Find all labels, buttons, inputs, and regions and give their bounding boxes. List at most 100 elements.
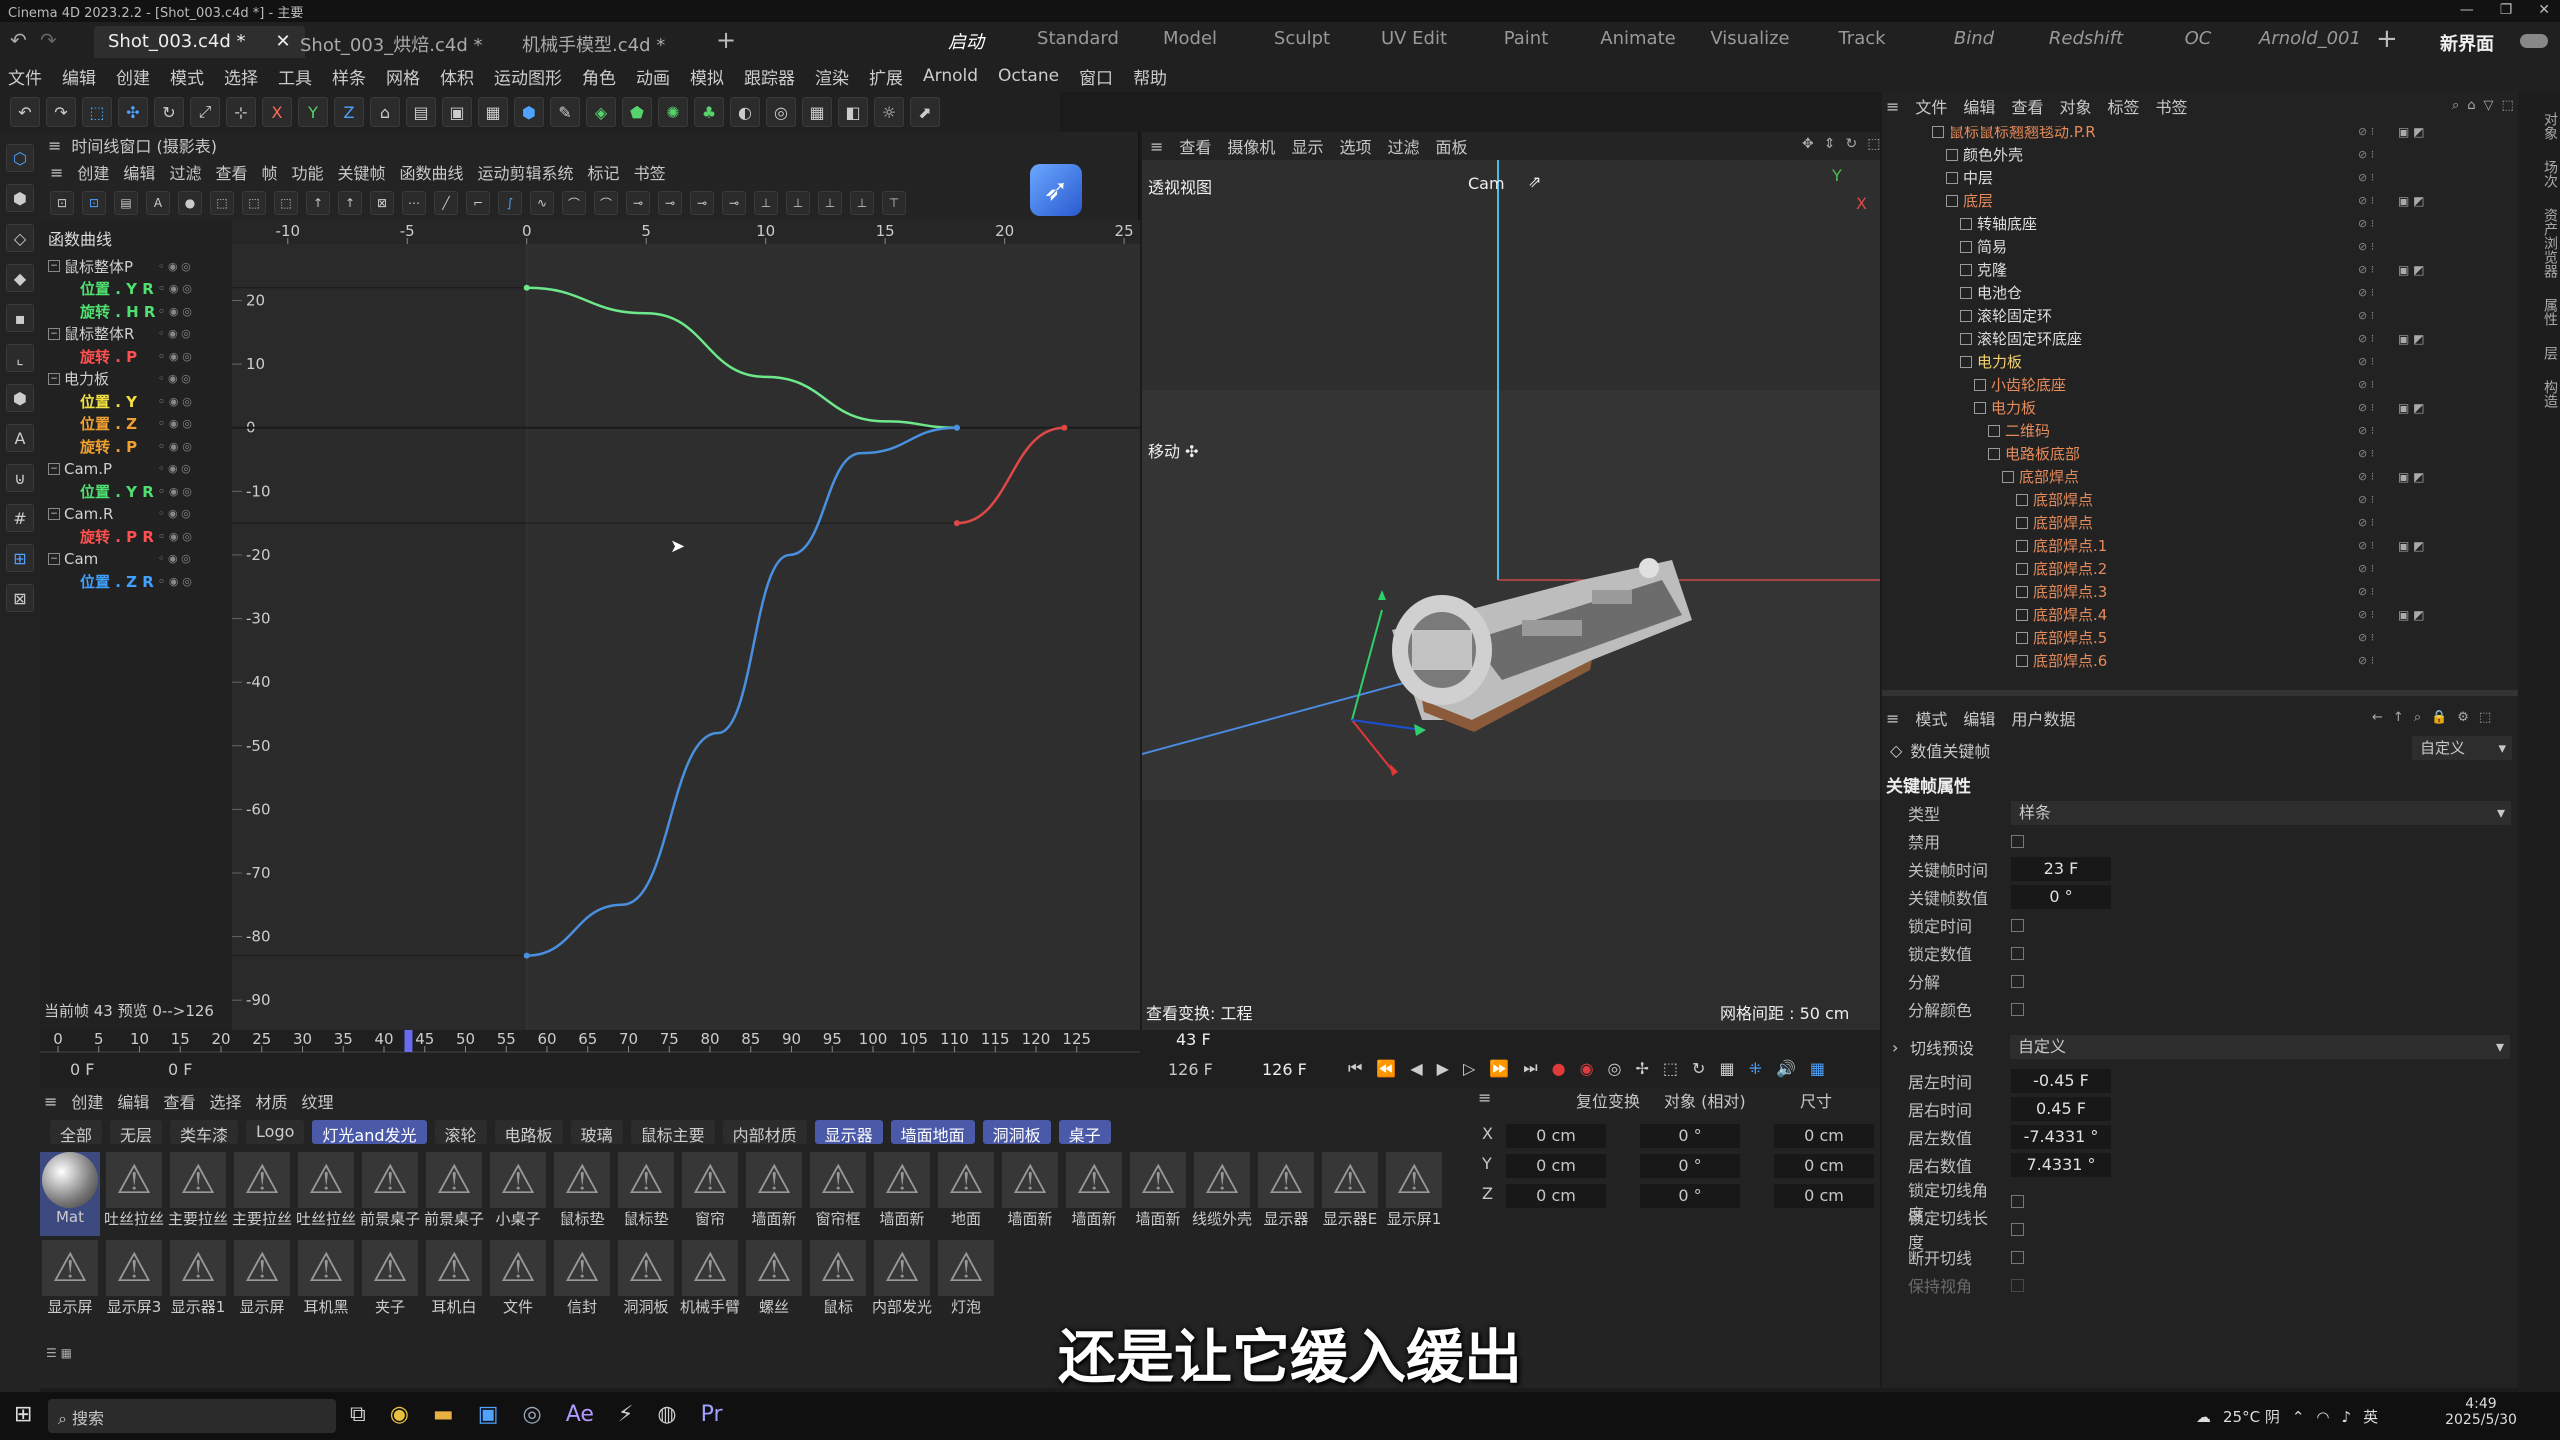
material-tab[interactable]: 灯光and发光	[312, 1120, 427, 1145]
layout-0[interactable]: 启动	[910, 28, 1022, 54]
object-visibility-icon[interactable]: ⊘ ⁝	[2358, 148, 2374, 161]
home-icon[interactable]: ⌂	[2467, 98, 2475, 113]
material-item[interactable]: ⚠ 显示屏3	[104, 1240, 164, 1324]
object-visibility-icon[interactable]: ⊘ ⁝	[2358, 309, 2374, 322]
material-tab[interactable]: 内部材质	[722, 1120, 807, 1145]
zero-icon[interactable]: ⊥	[754, 191, 778, 215]
tab-shot-003-bake[interactable]: Shot_003_烘焙.c4d *	[286, 26, 496, 58]
filter-icon[interactable]: ▽	[2484, 98, 2494, 113]
current-frame-marker[interactable]	[404, 1030, 413, 1052]
redo-icon[interactable]: ↷	[40, 28, 57, 52]
collapse-icon[interactable]: −	[48, 260, 60, 272]
material-tab[interactable]: 全部	[50, 1120, 103, 1145]
object-tag-icon[interactable]: ▣ ◩	[2398, 126, 2425, 139]
volume-icon[interactable]: ♪	[2342, 1408, 2352, 1426]
prev-frame-icon[interactable]: ◀	[1410, 1059, 1422, 1078]
track-visibility-icon[interactable]: ◦ ◉ ◎	[158, 350, 192, 363]
track-item[interactable]: − Cam.P ◦ ◉ ◎	[48, 459, 191, 479]
timeline-settings-icon[interactable]: ▦	[1810, 1059, 1825, 1078]
object-tag-icon[interactable]: ▣ ◩	[2398, 539, 2425, 553]
new-window-icon[interactable]: ⬚	[2479, 710, 2491, 725]
guide-icon[interactable]: ⊠	[6, 584, 34, 612]
zero-angle-icon[interactable]: ⊥	[818, 191, 842, 215]
preview-start-field[interactable]: 0 F	[168, 1060, 248, 1079]
material-tab[interactable]: 显示器	[814, 1120, 883, 1145]
deformer-icon[interactable]: ♣	[694, 97, 724, 127]
3d-scene[interactable]: 透视视图 Cam ⇗ 移动 ✣ Y X 查看变换: 工程 网格间距 : 50 c…	[1142, 160, 1880, 1030]
object-item[interactable]: 电池仓 ⊘ ⁝	[1960, 281, 2374, 304]
snap-key-icon[interactable]: ⋯	[402, 191, 426, 215]
keyframe-point[interactable]	[523, 952, 530, 959]
object-visibility-icon[interactable]: ⊘ ⁝	[2358, 424, 2374, 437]
premiere-icon[interactable]: Pr	[701, 1402, 723, 1427]
material-item[interactable]: ⚠ 螺丝	[744, 1240, 804, 1324]
track-item[interactable]: 位置 . Z R ◦ ◉ ◎	[80, 571, 192, 591]
motion-mode-icon[interactable]: ▤	[114, 191, 138, 215]
app-icon[interactable]: ⚡	[618, 1402, 633, 1427]
scale-icon[interactable]: ⤢	[190, 97, 220, 127]
side-tab-2[interactable]: 资产浏览器	[2518, 208, 2560, 278]
attribute-menu-item-2[interactable]: 用户数据	[2011, 706, 2075, 730]
material-tab[interactable]: 玻璃	[570, 1120, 623, 1145]
param-key-icon[interactable]: ▦	[1719, 1059, 1734, 1078]
material-item[interactable]: ⚠ 耳机白	[424, 1240, 484, 1324]
menu-item-5[interactable]: 工具	[278, 64, 312, 89]
collapse-icon[interactable]: −	[48, 372, 60, 385]
object-menu-item-4[interactable]: 标签	[2107, 94, 2139, 118]
render-settings-icon[interactable]: ▦	[478, 97, 508, 127]
side-tab-3[interactable]: 属性	[2518, 298, 2560, 326]
track-item[interactable]: 位置 . Y ◦ ◉ ◎	[80, 391, 192, 411]
move-icon[interactable]: ✣	[118, 97, 148, 127]
play-icon[interactable]: ▶	[1437, 1059, 1449, 1078]
record-icon[interactable]: ●	[1552, 1059, 1566, 1078]
material-item[interactable]: ⚠ 前景桌子	[360, 1152, 420, 1236]
material-item[interactable]: ⚠ 墙面新	[744, 1152, 804, 1236]
timeline-menu-item-2[interactable]: 过滤	[169, 160, 201, 184]
tab-shot-003[interactable]: Shot_003.c4d * ✕	[94, 26, 305, 58]
menu-item-8[interactable]: 体积	[440, 64, 474, 89]
object-item[interactable]: 二维码 ⊘ ⁝	[1988, 419, 2374, 442]
object-tag-icon[interactable]: ▣ ◩	[2398, 332, 2425, 346]
pen-icon[interactable]: ✎	[550, 97, 580, 127]
up-icon[interactable]: ↑	[2393, 710, 2404, 725]
layout-6[interactable]: Animate	[1582, 28, 1694, 54]
key-icon[interactable]: ↑	[306, 191, 330, 215]
material-tab[interactable]: 类车漆	[170, 1120, 239, 1145]
zoom-icon[interactable]: ⇕	[1824, 136, 1836, 152]
timeline-menu-item-5[interactable]: 功能	[291, 160, 323, 184]
material-item[interactable]: ⚠ 显示器	[1256, 1152, 1316, 1236]
sphere-icon[interactable]: ●	[178, 191, 202, 215]
menu-item-18[interactable]: 窗口	[1079, 64, 1113, 89]
object-item[interactable]: 颜色外壳 ⊘ ⁝	[1946, 143, 2374, 166]
tangent-preset-dropdown[interactable]: 自定义 ▾	[2010, 1035, 2510, 1059]
track-visibility-icon[interactable]: ◦ ◉ ◎	[158, 552, 191, 565]
object-item[interactable]: 底部焊点 ⊘ ⁝	[2016, 488, 2374, 511]
cube-icon[interactable]: ⬢	[514, 97, 544, 127]
magnet-icon[interactable]: ⊍	[6, 464, 34, 492]
object-visibility-icon[interactable]: ⊘ ⁝	[2358, 470, 2374, 483]
menu-icon[interactable]: ≡	[50, 163, 63, 182]
object-visibility-icon[interactable]: ⊘ ⁝	[2358, 654, 2374, 667]
menu-item-15[interactable]: 扩展	[869, 64, 903, 89]
back-icon[interactable]: ←	[2372, 710, 2383, 725]
viewport-menu-item-2[interactable]: 显示	[1291, 134, 1323, 158]
material-item[interactable]: ⚠ 窗帘	[680, 1152, 740, 1236]
go-end-icon[interactable]: ⏭	[1523, 1058, 1537, 1078]
collapse-icon[interactable]: −	[48, 327, 60, 340]
material-menu-item-5[interactable]: 纹理	[301, 1089, 333, 1113]
object-visibility-icon[interactable]: ⊘ ⁝	[2358, 240, 2374, 253]
auto-key-icon[interactable]: ◉	[1580, 1059, 1594, 1078]
fcurve-mode-icon[interactable]: ⊡	[82, 191, 106, 215]
object-visibility-icon[interactable]: ⊘ ⁝	[2358, 608, 2374, 621]
collapse-icon[interactable]: −	[48, 507, 60, 520]
track-item[interactable]: − 鼠标整体P ◦ ◉ ◎	[48, 256, 191, 276]
timeline-menu-item-1[interactable]: 编辑	[123, 160, 155, 184]
track-item[interactable]: 旋转 . H R ◦ ◉ ◎	[80, 301, 192, 321]
menu-item-13[interactable]: 跟踪器	[744, 64, 795, 89]
object-scrollbar[interactable]	[1882, 690, 2518, 696]
object-item[interactable]: 电力板 ⊘ ⁝	[1960, 350, 2374, 373]
object-item[interactable]: 中层 ⊘ ⁝	[1946, 166, 2374, 189]
camera-link-icon[interactable]: ⇗	[1528, 172, 1541, 191]
timeline-ruler[interactable]: 0 5 10 15 20 25 30 35 40 45 50 55 60 65 70 75 80 85 90 95 10…	[40, 1030, 1140, 1054]
menu-item-0[interactable]: 文件	[8, 64, 42, 89]
